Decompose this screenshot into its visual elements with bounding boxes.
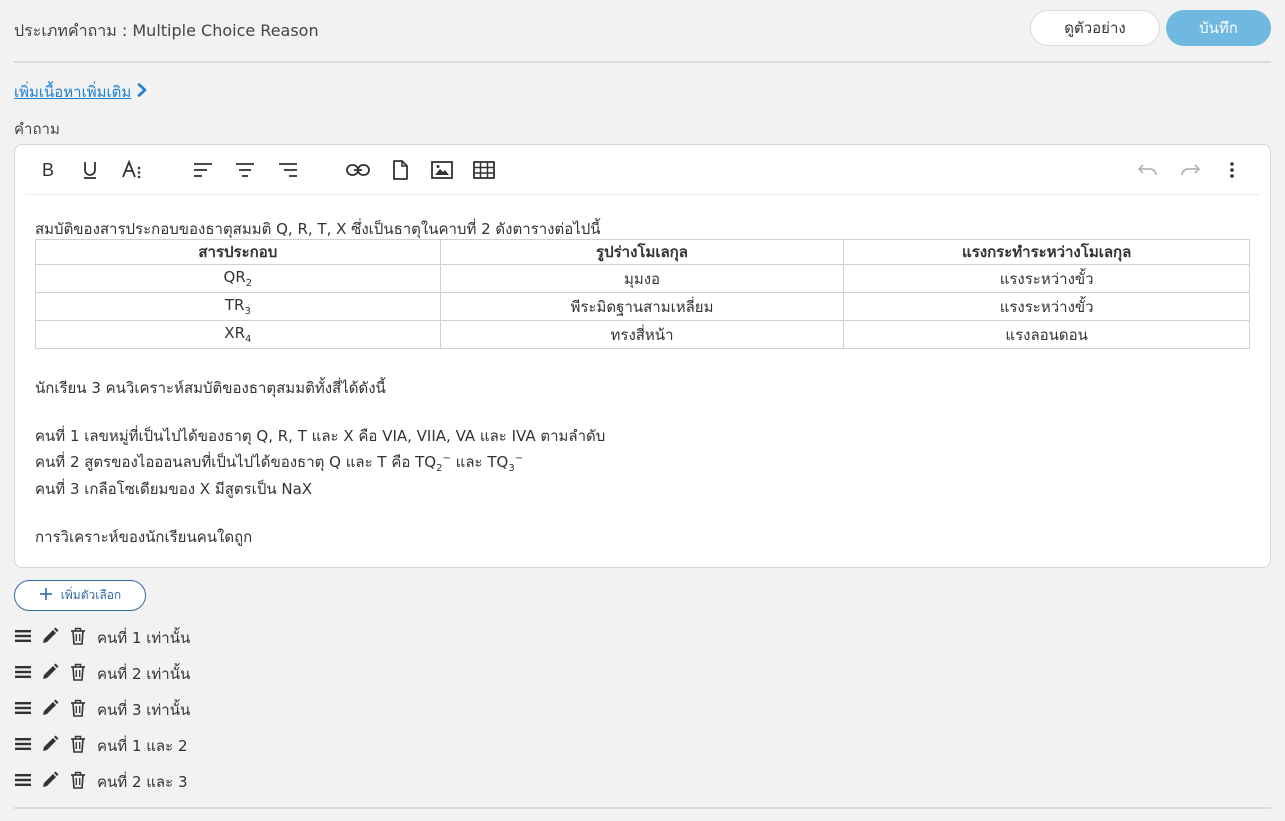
table-header-cell: รูปร่างโมเลกุล	[439, 239, 845, 265]
footer-divider	[14, 807, 1271, 809]
compound-table: สารประกอบ รูปร่างโมเลกุล แรงกระทำระหว่าง…	[35, 239, 1250, 349]
drag-handle-icon[interactable]	[14, 699, 32, 717]
student-1-text: คนที่ 1 เลขหมู่ที่เป็นไปได้ของธาตุ Q, R,…	[35, 427, 606, 445]
question-label: คำถาม	[14, 120, 60, 138]
table-row: QR2 มุมงอ แรงระหว่างขั้ว	[35, 264, 1250, 293]
bold-icon[interactable]: B	[35, 157, 61, 183]
force-cell: แรงระหว่างขั้ว	[843, 292, 1250, 321]
option-row: คนที่ 2 และ 3	[14, 768, 414, 792]
save-button[interactable]: บันทึก	[1166, 10, 1271, 46]
compound-cell: XR4	[35, 320, 441, 349]
compound-cell: QR2	[35, 264, 441, 293]
trash-icon[interactable]	[69, 771, 87, 789]
plus-icon	[39, 587, 53, 604]
link-icon[interactable]	[345, 157, 371, 183]
question-text: การวิเคราะห์ของนักเรียนคนใดถูก	[35, 528, 253, 546]
compound-cell: TR3	[35, 292, 441, 321]
question-type-label: ประเภทคำถาม : Multiple Choice Reason	[14, 21, 319, 40]
trash-icon[interactable]	[69, 663, 87, 681]
rich-text-editor[interactable]: B สมบัติของสารประกอบของธาตุสมมติ Q, R, T…	[14, 144, 1271, 568]
image-icon[interactable]	[429, 157, 455, 183]
force-cell: แรงลอนดอน	[843, 320, 1250, 349]
pencil-icon[interactable]	[41, 627, 59, 645]
drag-handle-icon[interactable]	[14, 663, 32, 681]
page-header: ประเภทคำถาม : Multiple Choice Reason ดูต…	[0, 0, 1285, 62]
header-divider	[14, 61, 1271, 63]
student-2-text: คนที่ 2 สูตรของไอออนลบที่เป็นไปได้ของธาต…	[35, 453, 524, 474]
option-row: คนที่ 2 เท่านั้น	[14, 660, 414, 684]
option-row: คนที่ 1 เท่านั้น	[14, 624, 414, 648]
align-right-icon[interactable]	[275, 157, 301, 183]
preview-button[interactable]: ดูตัวอย่าง	[1030, 10, 1160, 46]
table-icon[interactable]	[471, 157, 497, 183]
redo-icon[interactable]	[1177, 157, 1203, 183]
add-more-content-link[interactable]: เพิ่มเนื้อหาเพิ่มเติม	[14, 80, 147, 104]
option-row: คนที่ 1 และ 2	[14, 732, 414, 756]
toolbar-divider	[25, 194, 1260, 195]
add-more-content-label: เพิ่มเนื้อหาเพิ่มเติม	[14, 83, 132, 101]
shape-cell: พีระมิดฐานสามเหลี่ยม	[439, 292, 845, 321]
chevron-right-icon	[137, 83, 147, 101]
trash-icon[interactable]	[69, 735, 87, 753]
trash-icon[interactable]	[69, 627, 87, 645]
more-vertical-icon[interactable]	[1219, 157, 1245, 183]
option-label: คนที่ 2 เท่านั้น	[97, 665, 191, 683]
students-intro-text: นักเรียน 3 คนวิเคราะห์สมบัติของธาตุสมมติ…	[35, 379, 386, 397]
drag-handle-icon[interactable]	[14, 771, 32, 789]
question-editor-page: ประเภทคำถาม : Multiple Choice Reason ดูต…	[0, 0, 1285, 821]
underline-icon[interactable]	[77, 157, 103, 183]
table-header-row: สารประกอบ รูปร่างโมเลกุล แรงกระทำระหว่าง…	[35, 239, 1250, 265]
font-size-icon[interactable]	[119, 157, 145, 183]
file-icon[interactable]	[387, 157, 413, 183]
align-center-icon[interactable]	[232, 157, 258, 183]
table-header-cell: สารประกอบ	[35, 239, 441, 265]
drag-handle-icon[interactable]	[14, 627, 32, 645]
table-row: XR4 ทรงสี่หน้า แรงลอนดอน	[35, 320, 1250, 349]
drag-handle-icon[interactable]	[14, 735, 32, 753]
align-left-icon[interactable]	[190, 157, 216, 183]
option-label: คนที่ 1 เท่านั้น	[97, 629, 191, 647]
pencil-icon[interactable]	[41, 663, 59, 681]
option-row: คนที่ 3 เท่านั้น	[14, 696, 414, 720]
pencil-icon[interactable]	[41, 735, 59, 753]
option-label: คนที่ 3 เท่านั้น	[97, 701, 191, 719]
force-cell: แรงระหว่างขั้ว	[843, 264, 1250, 293]
editor-toolbar: B	[15, 145, 1270, 195]
intro-text: สมบัติของสารประกอบของธาตุสมมติ Q, R, T, …	[35, 220, 601, 238]
option-label: คนที่ 1 และ 2	[97, 737, 188, 755]
student-3-text: คนที่ 3 เกลือโซเดียมของ X มีสูตรเป็น NaX	[35, 480, 313, 498]
table-header-cell: แรงกระทำระหว่างโมเลกุล	[843, 239, 1250, 265]
add-option-label: เพิ่มตัวเลือก	[60, 588, 122, 602]
trash-icon[interactable]	[69, 699, 87, 717]
table-row: TR3 พีระมิดฐานสามเหลี่ยม แรงระหว่างขั้ว	[35, 292, 1250, 321]
pencil-icon[interactable]	[41, 699, 59, 717]
undo-icon[interactable]	[1135, 157, 1161, 183]
pencil-icon[interactable]	[41, 771, 59, 789]
option-label: คนที่ 2 และ 3	[97, 773, 188, 791]
shape-cell: ทรงสี่หน้า	[439, 320, 845, 349]
shape-cell: มุมงอ	[439, 264, 845, 293]
add-option-button[interactable]: เพิ่มตัวเลือก	[14, 580, 146, 611]
